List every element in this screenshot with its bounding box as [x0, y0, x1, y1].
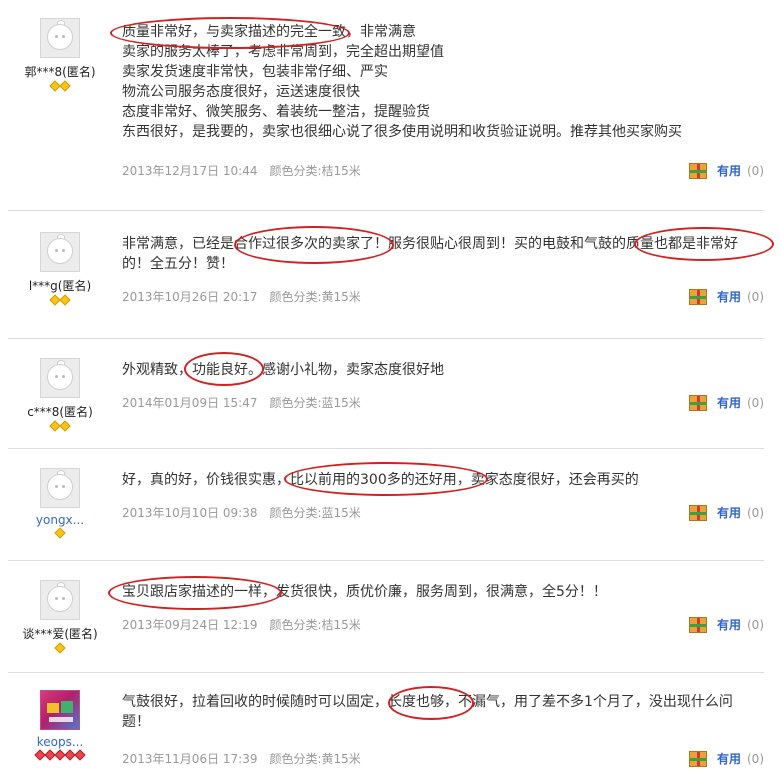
credit-badge — [8, 80, 112, 92]
useful-button[interactable]: 有用 (0) — [688, 504, 764, 521]
gift-icon — [688, 750, 707, 767]
credit-badge — [8, 420, 112, 432]
avatar[interactable] — [40, 690, 80, 730]
sku-color: 颜色分类:桔15米 — [269, 164, 361, 178]
avatar[interactable] — [40, 580, 80, 620]
divider — [8, 672, 764, 673]
username: c***8(匿名) — [27, 405, 93, 419]
user-info: c***8(匿名) — [8, 358, 112, 432]
useful-button[interactable]: 有用 (0) — [688, 750, 764, 767]
review-item: keops... 气鼓很好，拉着回收的时候随时可以固定，长度也够，不漏气，用了差… — [8, 680, 764, 780]
sku-color: 颜色分类:蓝15米 — [269, 396, 361, 410]
sku-color: 颜色分类:蓝15米 — [269, 506, 361, 520]
avatar[interactable] — [40, 232, 80, 272]
review-item: l***g(匿名) 非常满意，已经是合作过很多次的卖家了！服务很贴心很周到！买的… — [8, 222, 774, 330]
credit-badge — [8, 294, 112, 306]
review-meta: 2014年01月09日 15:47 颜色分类:蓝15米 — [122, 394, 361, 411]
username: 郭***8(匿名) — [24, 65, 96, 79]
credit-badge — [8, 749, 112, 761]
avatar[interactable] — [40, 468, 80, 508]
username: 谈***爱(匿名) — [22, 627, 98, 641]
review-text: 非常满意，已经是合作过很多次的卖家了！服务很贴心很周到！买的电鼓和气鼓的质量也都… — [122, 236, 738, 272]
username[interactable]: yongx... — [8, 513, 112, 527]
gift-icon — [688, 616, 707, 633]
avatar[interactable] — [40, 358, 80, 398]
review-text: 宝贝跟店家描述的一样，发货很快，质优价廉，服务周到，很满意，全5分！！ — [122, 584, 607, 600]
user-info: l***g(匿名) — [8, 232, 112, 306]
divider — [8, 448, 764, 449]
review-date: 2013年11月06日 17:39 — [122, 752, 258, 766]
review-text: 外观精致，功能良好。感谢小礼物，卖家态度很好地 — [122, 362, 444, 378]
review-item: 郭***8(匿名) 质量非常好，与卖家描述的完全一致，非常满意 卖家的服务太棒了… — [8, 14, 764, 204]
review-text: 好，真的好，价钱很实惠，比以前用的300多的还好用，卖家态度很好，还会再买的 — [122, 472, 639, 488]
review-item: 谈***爱(匿名) 宝贝跟店家描述的一样，发货很快，质优价廉，服务周到，很满意，… — [8, 566, 764, 666]
divider — [8, 210, 764, 211]
review-item: c***8(匿名) 外观精致，功能良好。感谢小礼物，卖家态度很好地 2014年0… — [8, 344, 764, 444]
username: l***g(匿名) — [28, 279, 92, 293]
review-meta: 2013年10月26日 20:17 颜色分类:黄15米 — [122, 288, 361, 305]
user-info: yongx... — [8, 468, 112, 539]
useful-button[interactable]: 有用 (0) — [688, 162, 764, 179]
review-meta: 2013年11月06日 17:39 颜色分类:黄15米 — [122, 750, 361, 767]
username[interactable]: keops... — [8, 735, 112, 749]
user-info: keops... — [8, 690, 112, 761]
gift-icon — [688, 288, 707, 305]
review-date: 2013年10月10日 09:38 — [122, 506, 258, 520]
gift-icon — [688, 162, 707, 179]
sku-color: 颜色分类:桔15米 — [269, 618, 361, 632]
review-date: 2014年01月09日 15:47 — [122, 396, 258, 410]
useful-button[interactable]: 有用 (0) — [688, 616, 764, 633]
useful-button[interactable]: 有用 (0) — [688, 288, 764, 305]
divider — [8, 338, 764, 339]
sku-color: 颜色分类:黄15米 — [269, 290, 361, 304]
review-text: 质量非常好，与卖家描述的完全一致，非常满意 卖家的服务太棒了，考虑非常周到，完全… — [122, 24, 682, 140]
review-meta: 2013年09月24日 12:19 颜色分类:桔15米 — [122, 616, 361, 633]
review-meta: 2013年12月17日 10:44 颜色分类:桔15米 — [122, 162, 361, 179]
credit-badge — [8, 642, 112, 654]
credit-badge — [8, 527, 112, 539]
gift-icon — [688, 504, 707, 521]
user-info: 谈***爱(匿名) — [8, 580, 112, 654]
divider — [8, 560, 764, 561]
review-date: 2013年12月17日 10:44 — [122, 164, 258, 178]
useful-button[interactable]: 有用 (0) — [688, 394, 764, 411]
sku-color: 颜色分类:黄15米 — [269, 752, 361, 766]
review-text: 气鼓很好，拉着回收的时候随时可以固定，长度也够，不漏气，用了差不多1个月了，没出… — [122, 694, 733, 730]
review-date: 2013年09月24日 12:19 — [122, 618, 258, 632]
user-info: 郭***8(匿名) — [8, 18, 112, 92]
gift-icon — [688, 394, 707, 411]
review-meta: 2013年10月10日 09:38 颜色分类:蓝15米 — [122, 504, 361, 521]
avatar[interactable] — [40, 18, 80, 58]
review-date: 2013年10月26日 20:17 — [122, 290, 258, 304]
review-item: yongx... 好，真的好，价钱很实惠，比以前用的300多的还好用，卖家态度很… — [8, 454, 764, 558]
